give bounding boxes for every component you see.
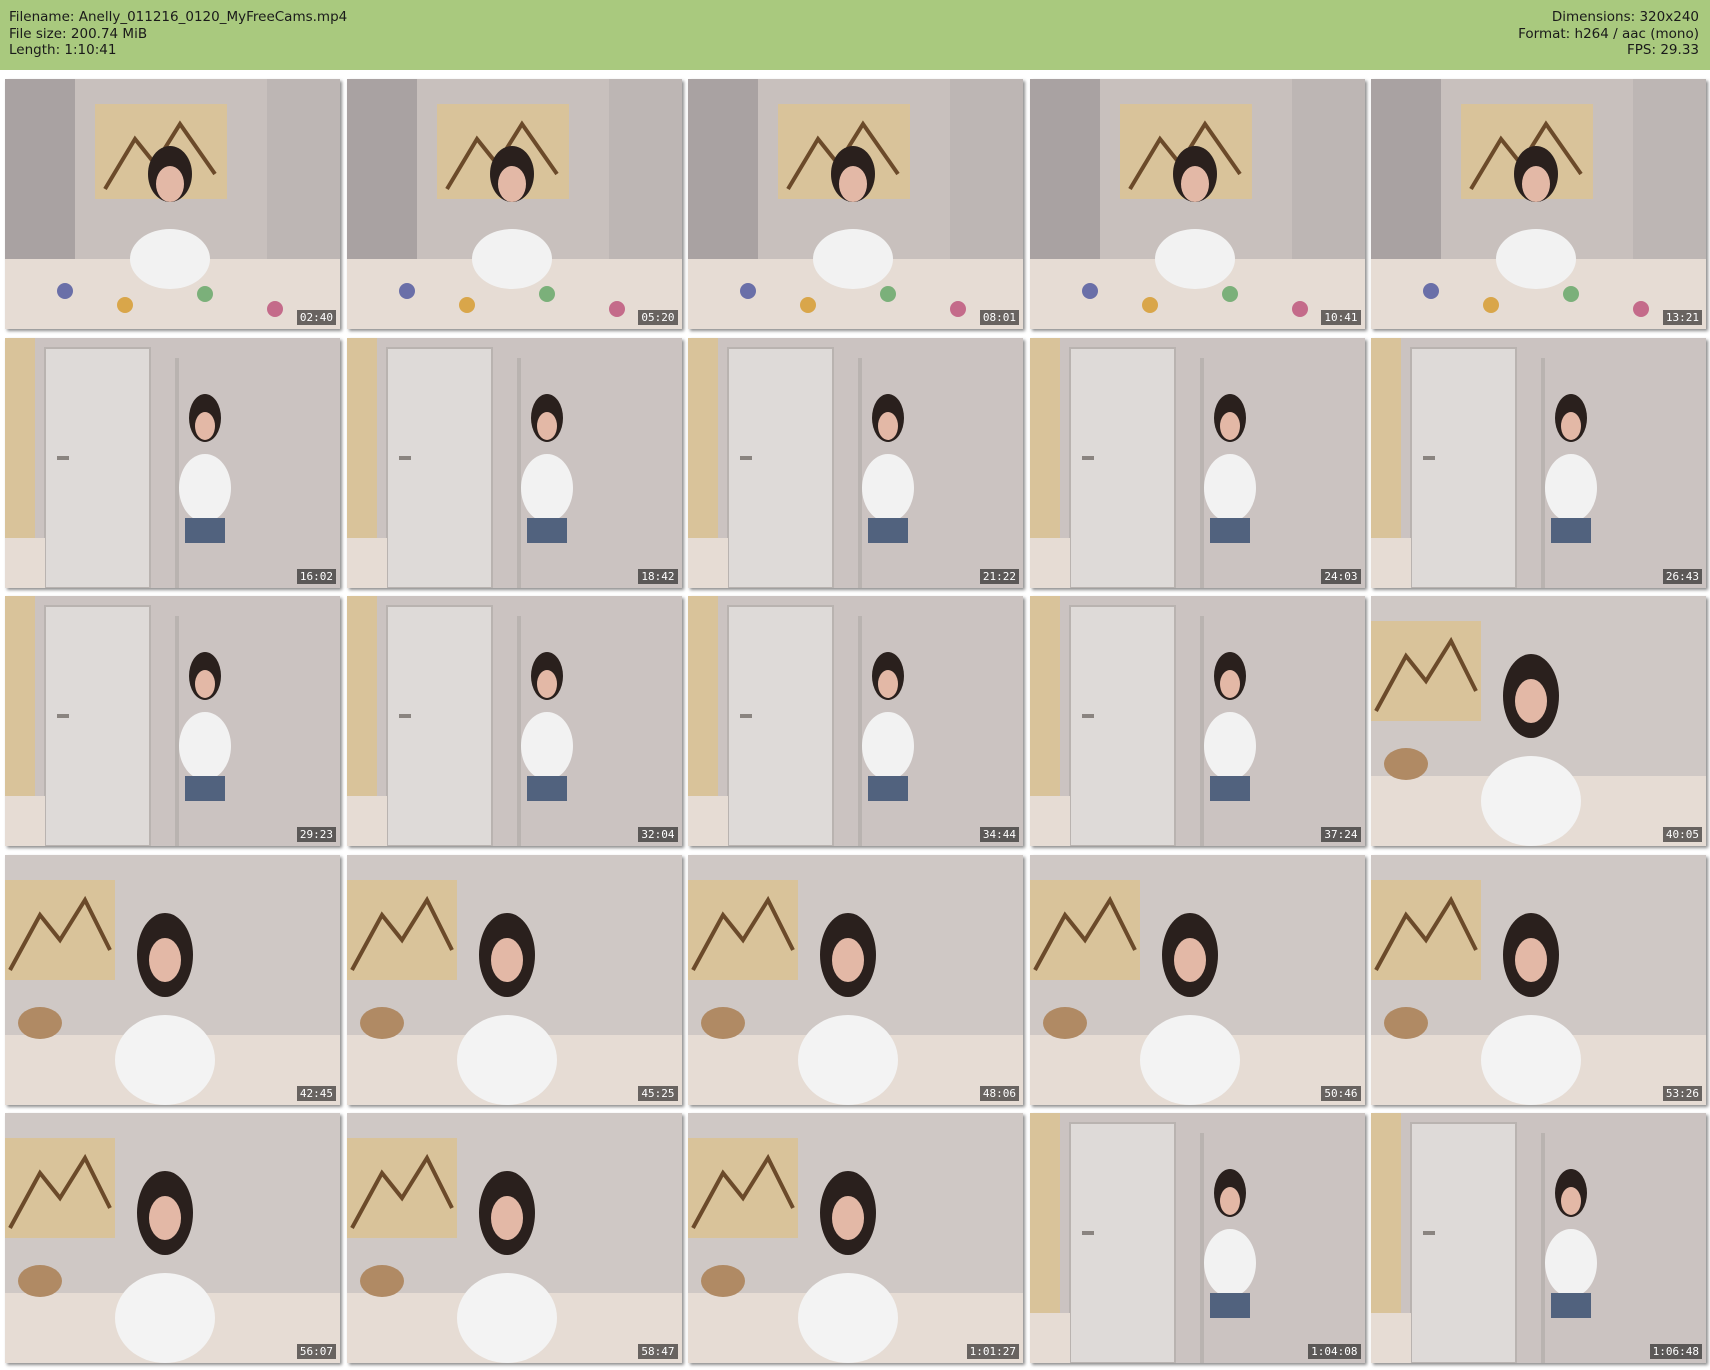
frame-timestamp: 24:03: [1321, 568, 1361, 584]
fps-label: FPS:: [1627, 42, 1657, 58]
thumbnail-frame: 48:06: [688, 854, 1023, 1105]
frame-timestamp: 58:47: [638, 1344, 678, 1359]
frame-image: [688, 854, 1023, 1105]
thumbnail-frame: 26:43: [1371, 337, 1706, 588]
filename-value: Anelly_011216_0120_MyFreeCams.mp4: [78, 9, 348, 25]
frame-image: [688, 337, 1023, 588]
thumbnail-frame: 58:47: [346, 1113, 682, 1363]
thumbnail-grid: 02:40 05:20 08:01 10:41 13:21 16:02 18:42 21:22…: [5, 79, 1706, 1363]
fps-value: 29.33: [1660, 42, 1699, 58]
frame-timestamp: 1:06:48: [1649, 1344, 1702, 1359]
length-row: Length: 1:10:41: [9, 42, 347, 59]
frame-image: [1371, 1113, 1706, 1363]
format-value: h264 / aac (mono): [1574, 25, 1699, 42]
frame-timestamp: 05:20: [638, 310, 678, 325]
thumbnail-frame: 1:01:27: [688, 1113, 1023, 1363]
filename-row: Filename: Anelly_011216_0120_MyFreeCams.…: [9, 9, 347, 26]
frame-timestamp: 48:06: [979, 1085, 1019, 1101]
thumbnail-frame: 21:22: [688, 337, 1023, 588]
frame-image: [346, 596, 682, 846]
dimensions-label: Dimensions:: [1551, 9, 1636, 25]
frame-timestamp: 45:25: [638, 1085, 678, 1101]
frame-image: [5, 1113, 340, 1363]
thumbnail-frame: 08:01: [688, 79, 1023, 329]
frame-timestamp: 50:46: [1321, 1085, 1361, 1101]
frame-timestamp: 1:04:08: [1308, 1344, 1361, 1359]
thumbnail-frame: 56:07: [5, 1113, 340, 1363]
frame-timestamp: 21:22: [979, 568, 1019, 584]
thumbnail-frame: 24:03: [1029, 337, 1365, 588]
frame-timestamp: 53:26: [1662, 1085, 1702, 1101]
thumbnail-frame: 45:25: [346, 854, 682, 1105]
frame-timestamp: 02:40: [296, 310, 336, 325]
filesize-value: 200.74 MiB: [70, 25, 148, 42]
frame-image: [1029, 337, 1365, 588]
format-label: Format:: [1518, 25, 1571, 42]
frame-timestamp: 29:23: [296, 827, 336, 842]
dimensions-row: Dimensions: 320x240: [1518, 9, 1699, 26]
thumbnail-frame: 13:21: [1371, 79, 1706, 329]
file-info-right: Dimensions: 320x240 Format: h264 / aac (…: [1518, 9, 1699, 59]
thumbnail-frame: 29:23: [5, 596, 340, 846]
frame-timestamp: 56:07: [296, 1344, 336, 1359]
thumbnail-frame: 34:44: [688, 596, 1023, 846]
length-value: 1:10:41: [64, 42, 117, 58]
frame-timestamp: 16:02: [296, 568, 336, 584]
filename-label: Filename:: [9, 9, 75, 25]
frame-image: [688, 79, 1023, 329]
frame-image: [346, 337, 682, 588]
frame-timestamp: 26:43: [1662, 568, 1702, 584]
frame-timestamp: 42:45: [296, 1085, 336, 1101]
frame-image: [346, 1113, 682, 1363]
frame-timestamp: 13:21: [1662, 310, 1702, 325]
frame-image: [5, 79, 340, 329]
frame-image: [5, 596, 340, 846]
frame-image: [346, 79, 682, 329]
thumbnail-frame: 02:40: [5, 79, 340, 329]
frame-image: [688, 596, 1023, 846]
frame-image: [346, 854, 682, 1105]
frame-timestamp: 34:44: [979, 827, 1019, 842]
file-info-header: Filename: Anelly_011216_0120_MyFreeCams.…: [0, 0, 1710, 70]
filesize-label: File size:: [9, 25, 67, 42]
frame-image: [1029, 596, 1365, 846]
format-row: Format: h264 / aac (mono): [1518, 26, 1699, 43]
frame-timestamp: 1:01:27: [966, 1344, 1019, 1359]
frame-timestamp: 18:42: [638, 568, 678, 584]
frame-timestamp: 10:41: [1321, 310, 1361, 325]
thumbnail-frame: 32:04: [346, 596, 682, 846]
dimensions-value: 320x240: [1639, 9, 1699, 25]
frame-timestamp: 40:05: [1662, 827, 1702, 842]
frame-image: [1371, 596, 1706, 846]
frame-image: [5, 854, 340, 1105]
fps-row: FPS: 29.33: [1518, 42, 1699, 59]
thumbnail-frame: 18:42: [346, 337, 682, 588]
thumbnail-frame: 40:05: [1371, 596, 1706, 846]
thumbnail-frame: 05:20: [346, 79, 682, 329]
frame-image: [1371, 337, 1706, 588]
frame-image: [1371, 854, 1706, 1105]
length-label: Length:: [9, 42, 61, 58]
frame-image: [5, 337, 340, 588]
thumbnail-frame: 42:45: [5, 854, 340, 1105]
thumbnail-frame: 16:02: [5, 337, 340, 588]
frame-timestamp: 37:24: [1321, 827, 1361, 842]
thumbnail-frame: 50:46: [1029, 854, 1365, 1105]
file-info-left: Filename: Anelly_011216_0120_MyFreeCams.…: [9, 9, 347, 59]
thumbnail-frame: 10:41: [1029, 79, 1365, 329]
frame-image: [1029, 1113, 1365, 1363]
frame-image: [1029, 854, 1365, 1105]
thumbnail-frame: 1:06:48: [1371, 1113, 1706, 1363]
thumbnail-frame: 53:26: [1371, 854, 1706, 1105]
thumbnail-frame: 1:04:08: [1029, 1113, 1365, 1363]
frame-image: [1371, 79, 1706, 329]
filesize-row: File size: 200.74 MiB: [9, 26, 347, 43]
frame-timestamp: 32:04: [638, 827, 678, 842]
frame-timestamp: 08:01: [979, 310, 1019, 325]
frame-image: [688, 1113, 1023, 1363]
thumbnail-frame: 37:24: [1029, 596, 1365, 846]
frame-image: [1029, 79, 1365, 329]
